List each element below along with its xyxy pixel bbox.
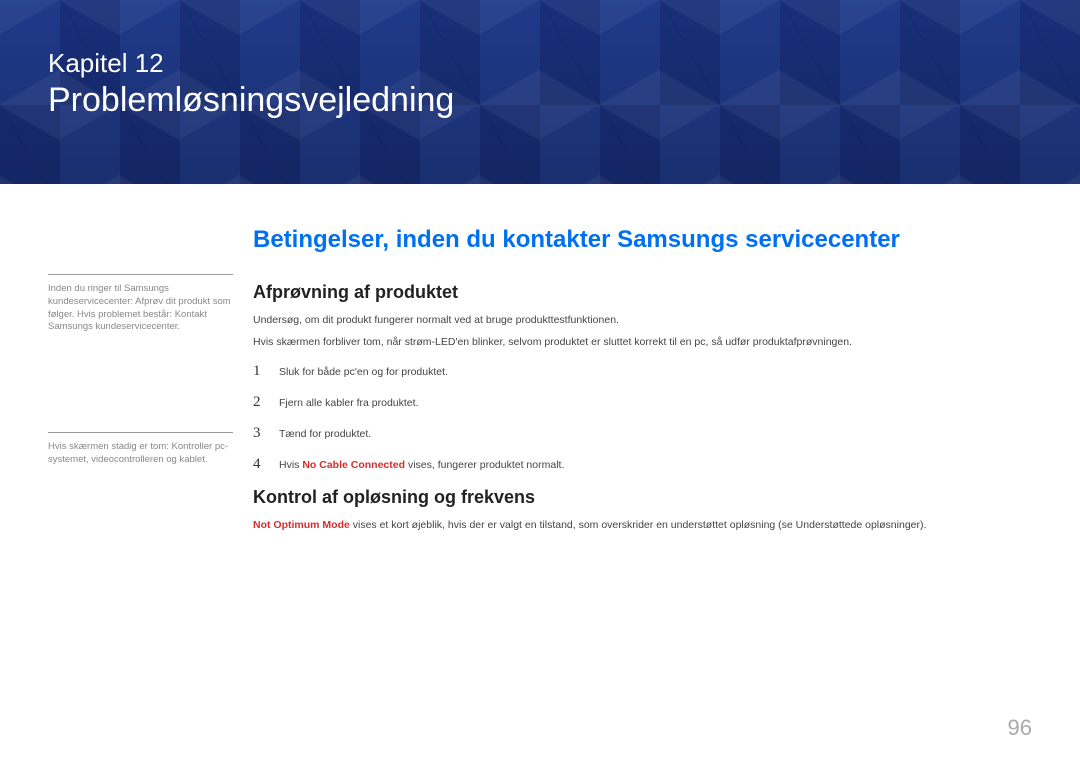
resolution-para: Not Optimum Mode vises et kort øjeblik, … <box>253 518 1032 534</box>
page-number: 96 <box>1008 715 1032 741</box>
content-area: Inden du ringer til Samsungs kundeservic… <box>0 184 1080 565</box>
side-notes-column: Inden du ringer til Samsungs kundeservic… <box>48 226 233 565</box>
subsection-resolution-heading: Kontrol af opløsning og frekvens <box>253 487 1032 508</box>
step4-prefix: Hvis <box>279 459 302 471</box>
step-item-1: 1 Sluk for både pc'en og for produktet. <box>253 363 1032 380</box>
step-item-3: 3 Tænd for produktet. <box>253 425 1032 442</box>
step4-highlight: No Cable Connected <box>302 459 405 471</box>
side-note-2: Hvis skærmen stadig er tom: Kontroller p… <box>48 432 233 473</box>
step-list: 1 Sluk for både pc'en og for produktet. … <box>253 363 1032 473</box>
step-number: 1 <box>253 363 279 380</box>
step-text: Fjern alle kabler fra produktet. <box>279 396 418 411</box>
resolution-highlight: Not Optimum Mode <box>253 519 350 531</box>
step-item-4: 4 Hvis No Cable Connected vises, fungere… <box>253 456 1032 473</box>
chapter-title: Problemløsningsvejledning <box>48 81 1080 120</box>
chapter-label: Kapitel 12 <box>48 48 1080 79</box>
step-item-2: 2 Fjern alle kabler fra produktet. <box>253 394 1032 411</box>
testing-para-1: Undersøg, om dit produkt fungerer normal… <box>253 313 1032 329</box>
chapter-header: Kapitel 12 Problemløsningsvejledning <box>0 0 1080 184</box>
step-number: 2 <box>253 394 279 411</box>
step-text: Tænd for produktet. <box>279 427 371 442</box>
section-heading: Betingelser, inden du kontakter Samsungs… <box>253 226 1032 254</box>
resolution-suffix: vises et kort øjeblik, hvis der er valgt… <box>350 519 927 531</box>
main-content: Betingelser, inden du kontakter Samsungs… <box>253 226 1032 565</box>
step-number: 3 <box>253 425 279 442</box>
step4-suffix: vises, fungerer produktet normalt. <box>405 459 564 471</box>
testing-para-2: Hvis skærmen forbliver tom, når strøm-LE… <box>253 335 1032 351</box>
step-text: Sluk for både pc'en og for produktet. <box>279 365 448 380</box>
subsection-testing-heading: Afprøvning af produktet <box>253 282 1032 303</box>
step-number: 4 <box>253 456 279 473</box>
step-text: Hvis No Cable Connected vises, fungerer … <box>279 458 564 473</box>
side-note-1: Inden du ringer til Samsungs kundeservic… <box>48 274 233 340</box>
